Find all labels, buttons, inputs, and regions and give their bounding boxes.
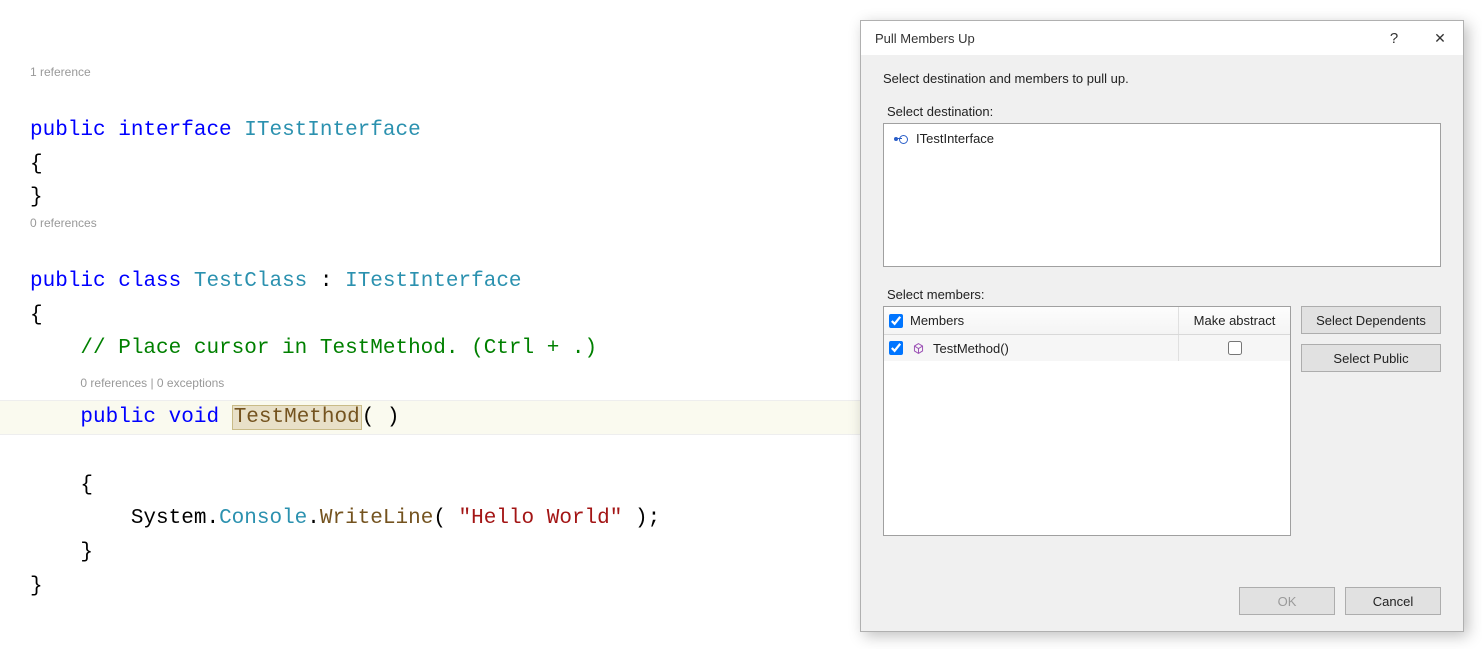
header-checkbox-cell bbox=[884, 314, 908, 328]
member-name: TestMethod() bbox=[933, 341, 1009, 356]
help-icon: ? bbox=[1390, 30, 1398, 47]
brace: } bbox=[30, 186, 43, 209]
indent-guide bbox=[30, 541, 80, 564]
interface-icon bbox=[894, 134, 908, 144]
dialog-titlebar: Pull Members Up ? ✕ bbox=[861, 21, 1463, 55]
type-itestinterface: ITestInterface bbox=[244, 119, 420, 142]
type-itestinterface-2: ITestInterface bbox=[345, 270, 521, 293]
call-namespace: System bbox=[131, 507, 207, 530]
members-label: Select members: bbox=[887, 287, 1441, 302]
brace: { bbox=[80, 474, 93, 497]
destination-item-label: ITestInterface bbox=[916, 131, 994, 146]
current-line: public void TestMethod( ) bbox=[0, 400, 860, 436]
kw-class: class bbox=[118, 270, 181, 293]
method-name-highlighted: TestMethod bbox=[232, 405, 362, 430]
side-buttons: Select Dependents Select Public bbox=[1301, 306, 1441, 567]
members-header: Members Make abstract bbox=[884, 307, 1290, 335]
cancel-button[interactable]: Cancel bbox=[1345, 587, 1441, 615]
destination-label: Select destination: bbox=[887, 104, 1441, 119]
members-table: Members Make abstract TestMethod() bbox=[883, 306, 1291, 536]
type-testclass: TestClass bbox=[194, 270, 307, 293]
dialog-body: Select destination and members to pull u… bbox=[861, 55, 1463, 577]
dialog-title: Pull Members Up bbox=[875, 31, 975, 46]
kw-public: public bbox=[80, 406, 156, 429]
string-literal: "Hello World" bbox=[459, 507, 623, 530]
code-editor[interactable]: 1 reference public interface ITestInterf… bbox=[0, 0, 860, 640]
call-method: WriteLine bbox=[320, 507, 433, 530]
member-checkbox[interactable] bbox=[889, 341, 903, 355]
help-button[interactable]: ? bbox=[1371, 21, 1417, 55]
kw-public: public bbox=[30, 119, 106, 142]
codelens-interface[interactable]: 1 reference bbox=[30, 64, 860, 81]
close-button[interactable]: ✕ bbox=[1417, 21, 1463, 55]
method-icon bbox=[912, 342, 925, 355]
call-class: Console bbox=[219, 507, 307, 530]
brace: } bbox=[30, 575, 43, 598]
column-members[interactable]: Members bbox=[908, 313, 1178, 328]
select-dependents-button[interactable]: Select Dependents bbox=[1301, 306, 1441, 334]
kw-interface: interface bbox=[118, 119, 231, 142]
paren-open: ( bbox=[433, 507, 458, 530]
destination-item[interactable]: ITestInterface bbox=[894, 130, 1430, 147]
members-body: TestMethod() bbox=[884, 335, 1290, 535]
select-all-checkbox[interactable] bbox=[889, 314, 903, 328]
comment-line: // Place cursor in TestMethod. (Ctrl + .… bbox=[80, 337, 597, 360]
brace: } bbox=[80, 541, 93, 564]
ok-button[interactable]: OK bbox=[1239, 587, 1335, 615]
dialog-footer: OK Cancel bbox=[861, 577, 1463, 631]
destination-list[interactable]: ITestInterface bbox=[883, 123, 1441, 267]
kw-void: void bbox=[169, 406, 219, 429]
codelens-method[interactable]: 0 references | 0 exceptions bbox=[80, 376, 224, 390]
select-public-button[interactable]: Select Public bbox=[1301, 344, 1441, 372]
paren-close: ); bbox=[622, 507, 660, 530]
member-row[interactable]: TestMethod() bbox=[884, 335, 1290, 361]
close-icon: ✕ bbox=[1434, 30, 1446, 47]
make-abstract-checkbox[interactable] bbox=[1228, 341, 1242, 355]
kw-public: public bbox=[30, 270, 106, 293]
dot: . bbox=[307, 507, 320, 530]
dialog-instruction: Select destination and members to pull u… bbox=[883, 71, 1441, 86]
paren-empty: ( ) bbox=[362, 406, 400, 429]
pull-members-up-dialog: Pull Members Up ? ✕ Select destination a… bbox=[860, 20, 1464, 632]
indent-guide bbox=[30, 406, 80, 429]
indent-guide bbox=[30, 474, 80, 497]
brace: { bbox=[30, 304, 43, 327]
codelens-class[interactable]: 0 references bbox=[30, 215, 860, 232]
dot: . bbox=[206, 507, 219, 530]
indent-guide bbox=[30, 337, 80, 360]
column-make-abstract[interactable]: Make abstract bbox=[1178, 307, 1290, 334]
indent-guide bbox=[30, 507, 131, 530]
indent-guide bbox=[30, 371, 80, 394]
brace: { bbox=[30, 153, 43, 176]
colon: : bbox=[307, 270, 345, 293]
